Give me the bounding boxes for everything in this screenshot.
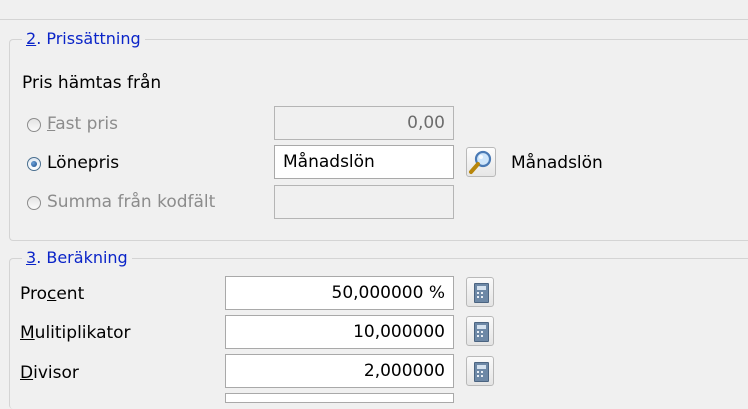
percent-label: Procent <box>20 284 85 304</box>
sum-from-codefield-field[interactable] <box>274 185 454 219</box>
magnifier-icon <box>469 150 492 174</box>
multiplier-field[interactable]: 10,000000 <box>225 315 454 349</box>
multiplier-label: Mulitiplikator <box>20 323 131 343</box>
sum-from-codefield-radio[interactable] <box>27 196 41 210</box>
fixed-price-radio[interactable] <box>27 118 41 132</box>
pricing-group-title: 2. Prissättning <box>22 28 145 50</box>
divisor-field[interactable]: 2,000000 <box>225 354 454 388</box>
salary-lookup-button[interactable] <box>466 147 496 177</box>
fixed-price-label: Fast pris <box>47 114 118 134</box>
previous-section-edge <box>0 0 748 20</box>
radio-selected-dot <box>31 161 37 167</box>
calculator-icon <box>474 362 489 382</box>
price-source-label: Pris hämtas från <box>22 73 162 93</box>
sum-from-codefield-label: Summa från kodfält <box>47 192 216 212</box>
divisor-calculator-button[interactable] <box>466 356 494 386</box>
next-row-field-partial[interactable] <box>225 393 454 403</box>
salary-resolved-name: Månadslön <box>511 153 603 173</box>
calculation-group-title: 3. Beräkning <box>22 247 132 269</box>
salary-price-radio[interactable] <box>27 157 41 171</box>
calculator-icon <box>474 322 489 342</box>
salary-price-label: Lönepris <box>47 153 120 173</box>
fixed-price-field[interactable]: 0,00 <box>274 106 454 140</box>
percent-field[interactable]: 50,000000 % <box>225 276 454 310</box>
multiplier-calculator-button[interactable] <box>466 316 494 346</box>
salary-price-field[interactable]: Månadslön <box>274 145 454 179</box>
divisor-label: Divisor <box>20 363 79 383</box>
calculator-icon <box>474 283 489 303</box>
percent-calculator-button[interactable] <box>466 277 494 307</box>
